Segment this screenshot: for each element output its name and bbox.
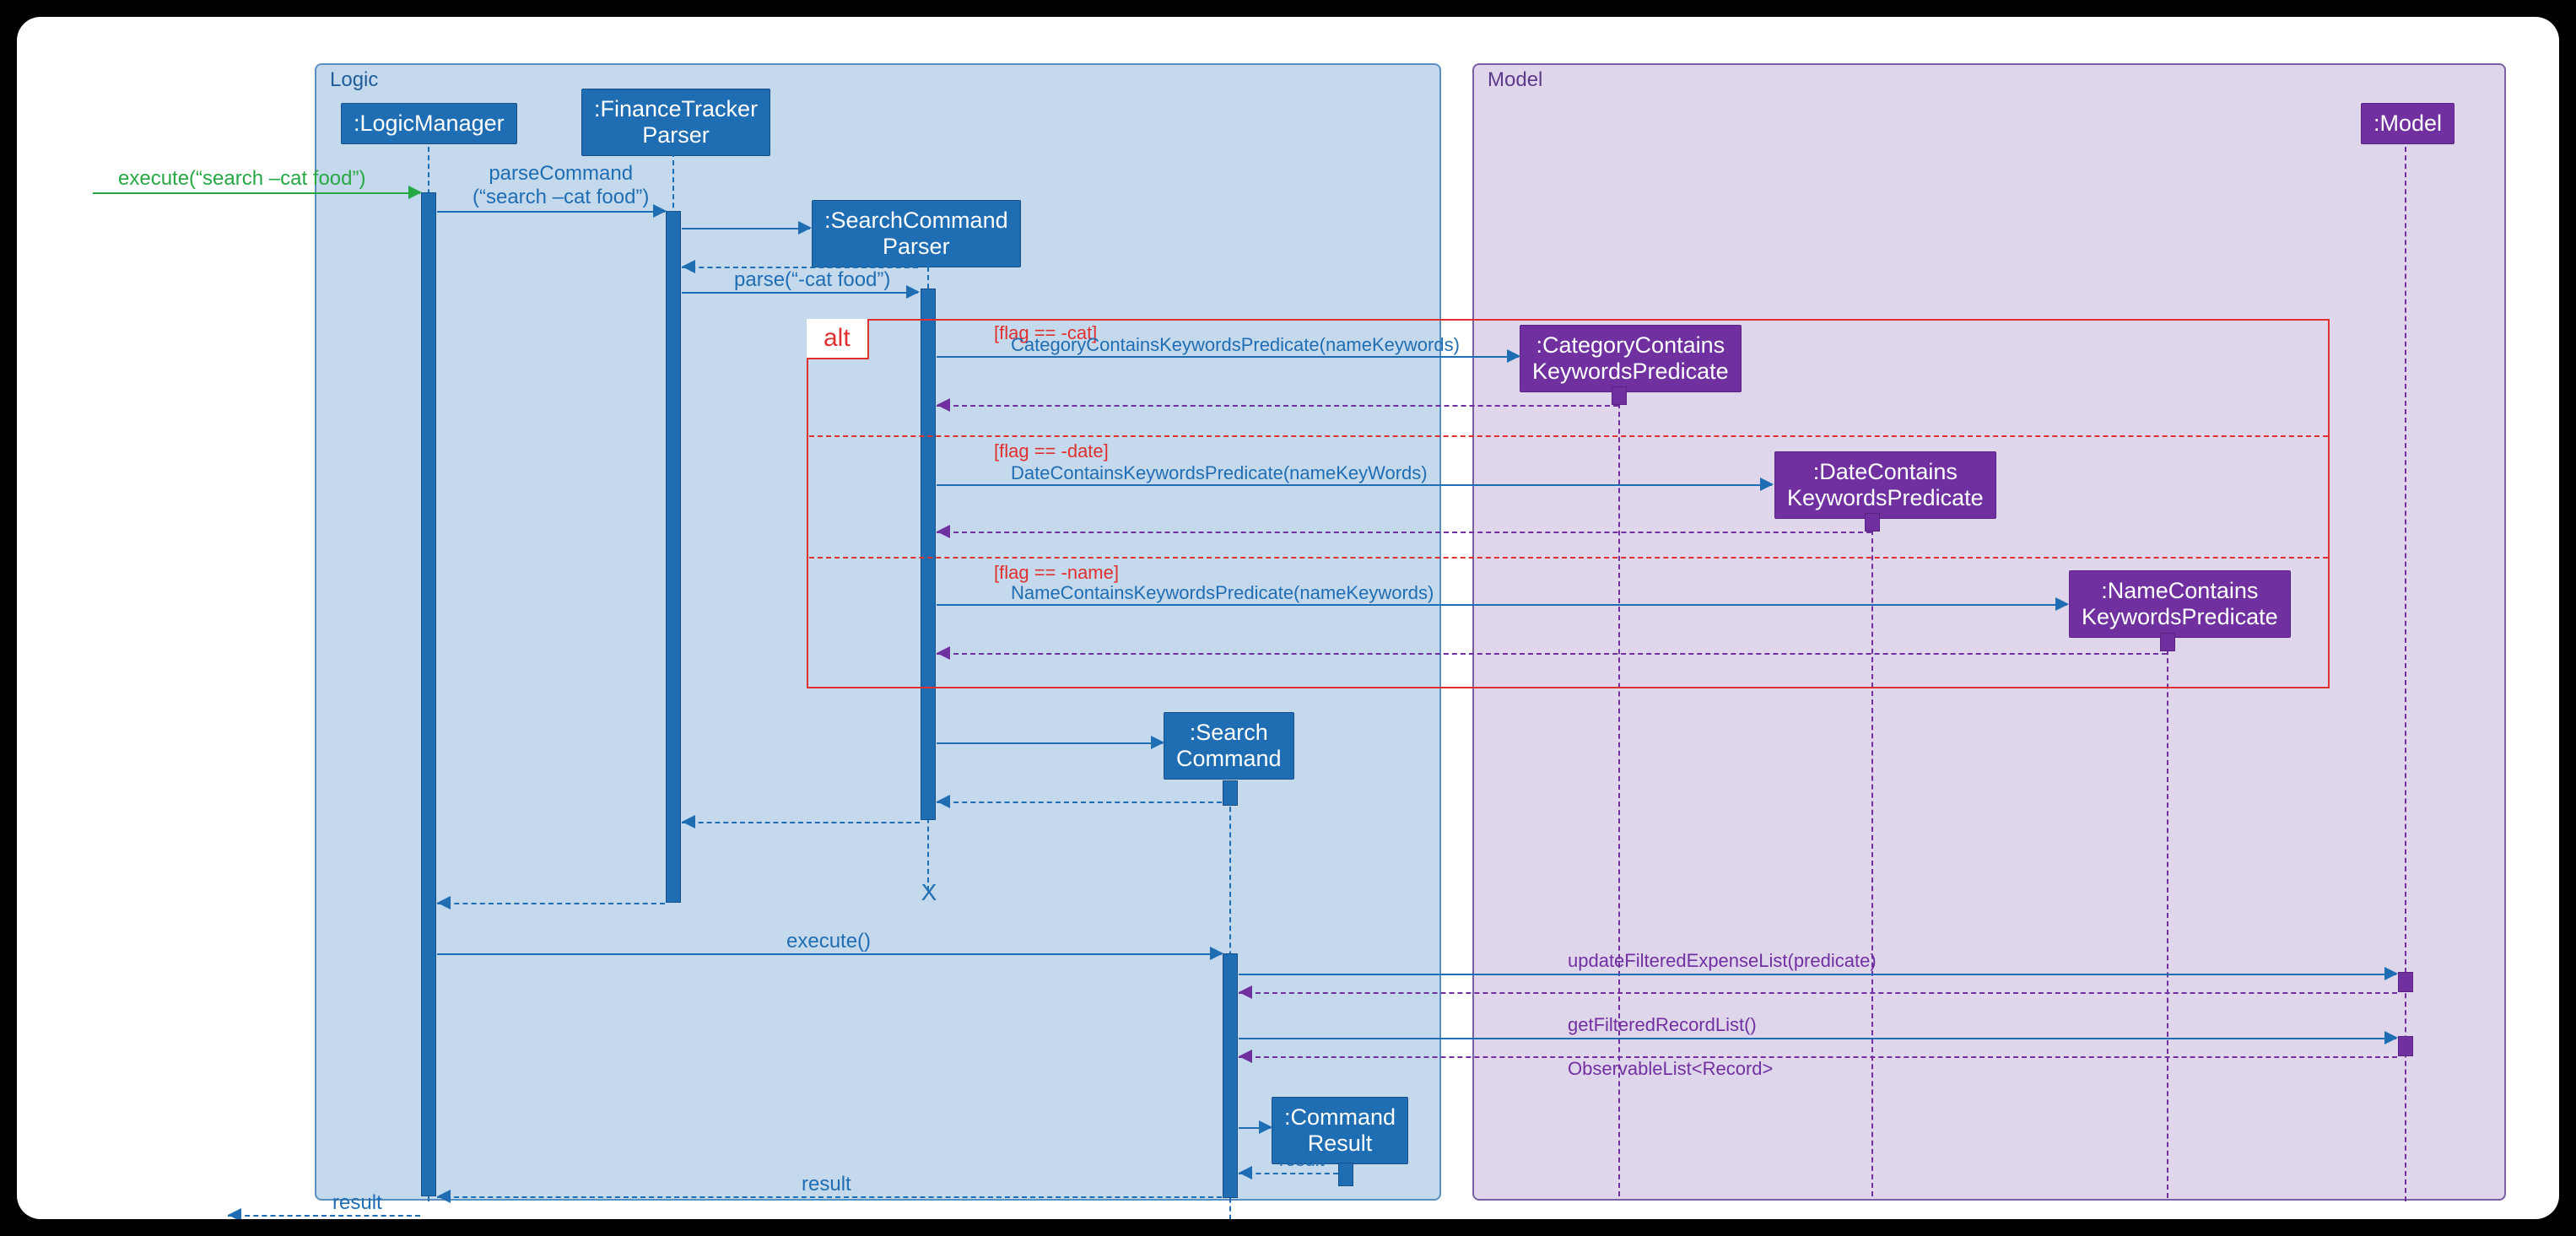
arrowhead-name-return [937, 646, 950, 660]
label-cat-pred: CategoryContainsKeywordsPredicate(nameKe… [1011, 334, 1460, 356]
activation-finance-tracker-parser [666, 211, 681, 903]
arrowhead-create-sc-return [937, 795, 950, 808]
arrowhead-cat-return [937, 398, 950, 412]
arrow-execute-in [93, 192, 420, 194]
arrow-get-list [1239, 1038, 2396, 1039]
arrowhead-create-scp [798, 221, 812, 235]
arrow-result-mid [437, 1196, 1222, 1198]
model-group-label: Model [1488, 68, 1542, 92]
label-name-pred: NameContainsKeywordsPredicate(nameKeywor… [1011, 582, 1434, 604]
arrow-scp-return [682, 822, 920, 823]
arrow-parse-arg [682, 292, 918, 294]
arrowhead-parse-arg [906, 285, 920, 299]
activation-search-command-execute [1223, 953, 1238, 1198]
arrowhead-create-sc [1151, 736, 1164, 749]
alt-fragment [807, 319, 2330, 688]
arrowhead-update-list [2384, 967, 2398, 980]
guard-name: [flag == -name] [994, 562, 1119, 584]
arrowhead-cr-return [1239, 1166, 1252, 1179]
activation-model-2 [2398, 1036, 2413, 1056]
arrowhead-name-pred [2055, 597, 2069, 611]
activation-command-result [1338, 1163, 1353, 1186]
label-result-out: result [332, 1191, 382, 1215]
label-line: parseCommand [489, 162, 633, 185]
participant-text: :Search [1190, 720, 1268, 745]
label-get-list: getFilteredRecordList() [1568, 1014, 1757, 1036]
arrow-update-list [1239, 974, 2396, 975]
label-execute: execute() [786, 930, 871, 953]
arrow-update-return [1239, 992, 2397, 994]
participant-search-command-parser: :SearchCommand Parser [812, 200, 1021, 267]
arrowhead-result-out [228, 1208, 241, 1219]
arrow-cat-return [937, 405, 1618, 407]
arrow-create-sc [937, 742, 1163, 744]
destroy-x-scp: X [921, 879, 937, 906]
arrowhead-obs-return [1239, 1050, 1252, 1063]
alt-label: alt [807, 319, 869, 359]
label-date-pred: DateContainsKeywordsPredicate(nameKeyWor… [1011, 462, 1428, 484]
label-result-mid: result [802, 1173, 851, 1196]
participant-text: :FinanceTracker [594, 96, 758, 121]
participant-finance-tracker-parser: :FinanceTracker Parser [581, 89, 770, 156]
participant-text: Parser [642, 122, 710, 148]
arrowhead-create-cr [1259, 1120, 1272, 1134]
label-parse-arg: parse(“-cat food”) [734, 268, 890, 292]
activation-search-command-create [1223, 780, 1238, 806]
arrowhead-create-scp-return [682, 260, 695, 273]
alt-divider-2 [809, 557, 2328, 559]
guard-date: [flag == -date] [994, 440, 1109, 462]
arrowhead-execute-in [408, 186, 422, 199]
activation-model-1 [2398, 972, 2413, 992]
participant-text: :SearchCommand [824, 208, 1008, 233]
arrow-cr-return [1239, 1173, 1338, 1174]
arrow-date-pred [937, 484, 1772, 486]
arrow-name-pred [937, 604, 2067, 606]
participant-model: :Model [2361, 103, 2454, 144]
arrowhead-get-list [2384, 1031, 2398, 1044]
arrow-create-sc-return [937, 802, 1222, 803]
arrow-date-return [937, 532, 1871, 533]
arrow-ftp-return [437, 903, 665, 904]
participant-text: Command [1176, 746, 1282, 771]
arrow-cat-pred [937, 356, 1519, 358]
arrow-execute [437, 953, 1222, 955]
arrow-parse-command [437, 211, 665, 213]
label-execute-in: execute(“search –cat food”) [118, 167, 365, 191]
arrowhead-scp-return [682, 815, 695, 828]
arrowhead-date-pred [1760, 478, 1774, 491]
arrow-name-return [937, 653, 2167, 655]
arrowhead-result-mid [437, 1190, 451, 1203]
participant-search-command: :Search Command [1164, 712, 1294, 780]
label-result-inner: result [1279, 1149, 1325, 1171]
canvas: Logic Model :LogicManager :FinanceTracke… [17, 17, 2559, 1219]
arrow-result-out [228, 1215, 420, 1217]
logic-group-label: Logic [330, 68, 378, 92]
label-line: (“search –cat food”) [473, 186, 649, 208]
alt-divider-1 [809, 435, 2328, 437]
arrowhead-execute [1210, 947, 1223, 960]
activation-logic-manager [421, 192, 436, 1196]
arrowhead-parse-command [653, 204, 667, 218]
arrowhead-update-return [1239, 985, 1252, 999]
arrowhead-cat-pred [1507, 349, 1520, 363]
participant-text: :Command [1284, 1104, 1396, 1130]
arrowhead-date-return [937, 525, 950, 538]
label-obs-list: ObservableList<Record> [1568, 1058, 1773, 1080]
label-update-list: updateFilteredExpenseList(predicate) [1568, 950, 1877, 972]
lifeline-name-predicate [2167, 633, 2168, 1198]
arrow-create-scp [682, 228, 810, 229]
arrow-obs-return [1239, 1056, 2397, 1058]
label-parse-command: parseCommand (“search –cat food”) [473, 162, 649, 209]
arrowhead-ftp-return [437, 896, 451, 909]
participant-text: Parser [883, 234, 950, 259]
